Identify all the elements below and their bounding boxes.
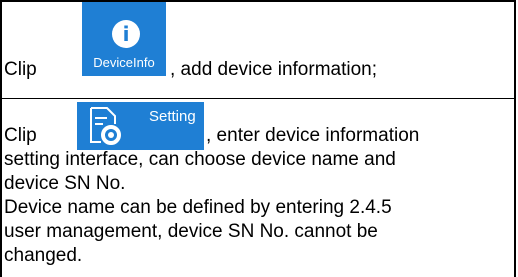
row2-line4: user management, device SN No. cannot be (4, 221, 378, 242)
row2-line2: device SN No. (4, 173, 126, 194)
device-info-label: DeviceInfo (93, 55, 155, 70)
row2-prefix: Clip (4, 125, 37, 146)
settings-document-icon (90, 107, 121, 145)
row2-line1: setting interface, can choose device nam… (4, 149, 396, 170)
setting-label: Setting (149, 108, 196, 125)
row2-line3: Device name can be defined by entering 2… (4, 197, 392, 218)
table-frame: i DeviceInfo Clip , add device informati… (0, 0, 516, 277)
row-divider (2, 98, 514, 99)
device-info-button[interactable]: i DeviceInfo (82, 2, 166, 76)
row2-line5: changed. (4, 245, 83, 266)
row2-suffix: , enter device information (206, 125, 420, 146)
row1-prefix: Clip (4, 59, 37, 80)
setting-button[interactable]: Setting (77, 102, 204, 150)
row1-suffix: , add device information; (170, 59, 378, 80)
info-icon: i (112, 20, 140, 48)
